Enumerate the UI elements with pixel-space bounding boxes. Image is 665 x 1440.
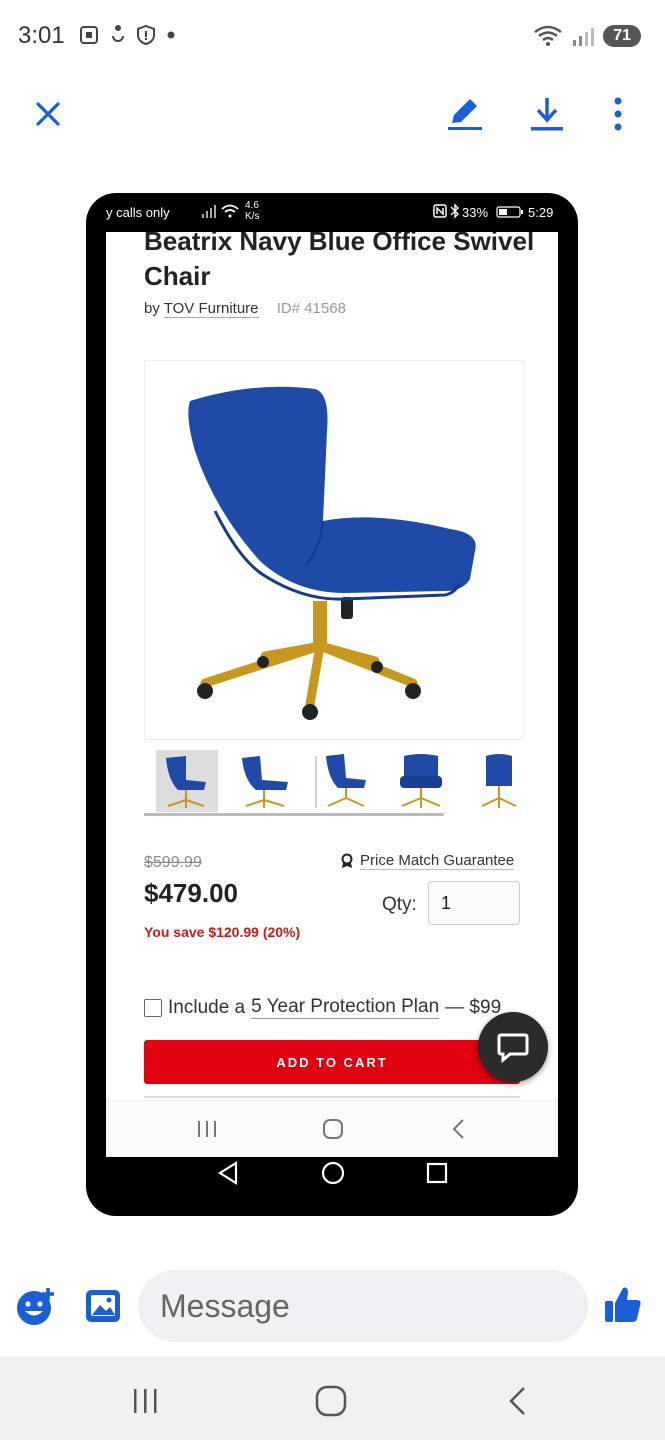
close-icon [36,102,60,126]
status-time: 3:01 [18,22,65,49]
download-button[interactable] [525,92,569,136]
protection-plan-link[interactable]: 5 Year Protection Plan [251,996,440,1019]
status-icons [78,24,176,46]
inner-status-bar: y calls only 4.6 K/s 33% 5:29 [106,200,558,228]
recents-icon[interactable] [196,1119,218,1139]
back-triangle-icon [217,1161,238,1185]
inner-status-left: y calls only [106,205,170,220]
gallery-button[interactable] [84,1288,122,1329]
emoji-add-icon [17,1288,54,1325]
edit-button[interactable] [442,92,486,136]
add-to-cart-button[interactable]: ADD TO CART [144,1040,520,1084]
chair-thumb-icon [481,754,517,808]
chat-button[interactable] [478,1012,548,1082]
close-button[interactable] [26,92,70,136]
message-input[interactable]: Message [138,1270,588,1342]
chair-thumb-icon [242,756,288,808]
divider [144,1096,520,1098]
recents-square-icon [426,1162,448,1184]
thumbs-up-icon [605,1287,641,1322]
inner-speed: 4.6 K/s [245,200,260,222]
chair-thumb-icon [400,754,442,808]
ribbon-icon [341,853,353,868]
recents-icon[interactable] [132,1387,160,1415]
thumbnail-strip [144,750,522,816]
screenshot-icon [80,26,98,44]
more-vert-icon [614,97,622,131]
system-nav-bar [0,1357,665,1440]
chat-icon [497,1033,529,1064]
emoji-button[interactable] [14,1284,58,1333]
thumbnail-5[interactable] [468,750,530,812]
protection-checkbox[interactable] [144,998,162,1017]
by-label: by [144,300,160,317]
product-id: ID# 41568 [276,300,346,317]
inner-battery-icon [496,206,523,218]
inner-battery-text: 33% [462,205,489,220]
inner-wifi-icon [221,204,239,218]
like-button[interactable] [602,1284,644,1331]
product-title: Beatrix Navy Blue Office Swivel Chair [144,232,535,291]
pen-icon [448,99,482,130]
home-circle-icon [321,1161,345,1185]
chair-thumb-icon [315,754,366,808]
bluetooth-icon [450,203,459,219]
back-icon[interactable] [506,1385,528,1417]
wifi-icon [534,25,562,46]
status-right: 71 [533,24,641,48]
product-screen: Beatrix Navy Blue Office Swivel Chair by… [106,232,558,1157]
qty-label: Qty: [382,894,417,915]
battery-indicator: 71 [603,25,641,47]
product-byline: by TOV Furniture ID# 41568 [144,300,346,318]
download-icon [531,98,563,131]
chair-thumb-icon [166,756,206,808]
inner-nav-bar [106,1100,558,1157]
price-match-label: Price Match Guarantee [360,852,515,870]
chair-image [188,386,476,720]
back-icon[interactable] [450,1118,466,1140]
image-icon [86,1290,120,1322]
product-main-image[interactable] [144,360,524,740]
qty-input[interactable]: 1 [428,881,520,925]
brand-link[interactable]: TOV Furniture [163,300,259,318]
thumbnail-3[interactable] [312,750,374,812]
thumbnail-1[interactable] [156,750,218,812]
accessibility-icon [112,25,124,42]
protection-prefix: Include a [168,996,246,1018]
thumbnail-2[interactable] [234,750,296,812]
protection-plan-option[interactable]: Include a 5 Year Protection Plan — $99 [144,996,501,1019]
phone-nav-bar [106,1160,558,1210]
inner-signal-icon [202,205,216,218]
home-icon[interactable] [322,1118,344,1140]
original-price: $599.99 [144,854,202,871]
signal-icon [573,28,595,46]
savings-text: You save $120.99 (20%) [144,924,301,940]
nfc-icon [433,204,447,218]
protection-price: — $99 [445,996,502,1018]
inner-time: 5:29 [528,205,554,220]
thumbnail-scrollbar[interactable] [144,813,444,816]
home-icon[interactable] [315,1385,347,1417]
shield-icon [137,24,155,46]
price-match-link[interactable]: Price Match Guarantee [340,852,515,870]
dot-icon [167,31,175,39]
thumbnail-4[interactable] [390,750,452,812]
more-options-button[interactable] [596,92,640,136]
sale-price: $479.00 [144,878,238,908]
